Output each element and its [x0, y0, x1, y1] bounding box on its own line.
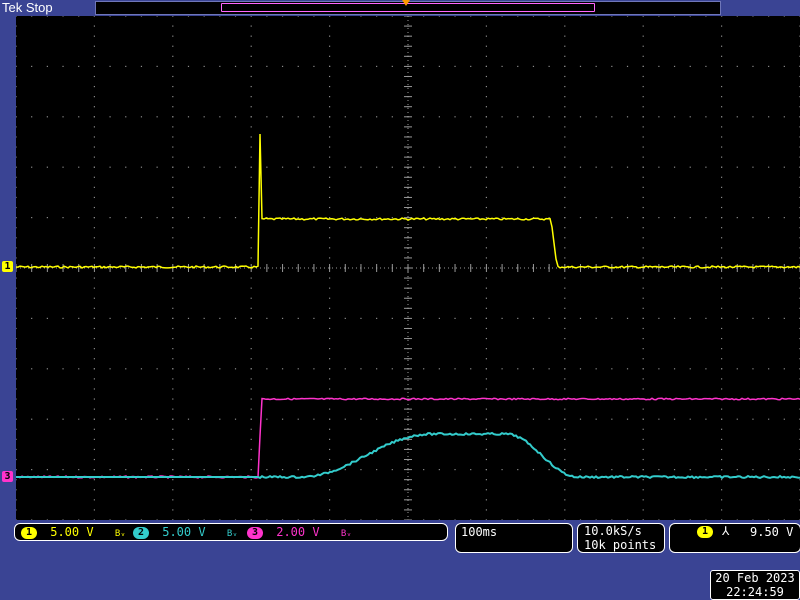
ch3-chip: 3	[247, 526, 263, 539]
waveform-graticule	[16, 16, 800, 520]
horizontal-scale-readout[interactable]: 100ms	[455, 523, 573, 553]
bandwidth-limit-icon: Bᵥ	[226, 529, 238, 539]
brand-label: Tek	[2, 0, 23, 15]
time-label: 22:24:59	[726, 585, 784, 599]
ch3-scale[interactable]: 3 2.00 V Bᵥ	[247, 525, 352, 539]
bandwidth-limit-icon: Bᵥ	[340, 529, 352, 539]
ch1-scale-value: 5.00 V	[50, 525, 94, 539]
trigger-level: 9.50 V	[750, 525, 794, 539]
vertical-scale-readout[interactable]: 1 5.00 V Bᵥ 2 5.00 V Bᵥ 3 2.00 V Bᵥ	[14, 523, 448, 541]
channel-1-ground-marker-icon[interactable]: 1	[2, 261, 13, 272]
acquisition-status: Stop	[25, 0, 53, 15]
ch1-chip: 1	[21, 526, 37, 539]
time-per-division: 100ms	[461, 525, 498, 539]
falling-edge-slope-icon: ⅄	[722, 524, 730, 538]
ch3-scale-value: 2.00 V	[276, 525, 320, 539]
ch2-scale-value: 5.00 V	[162, 525, 206, 539]
trigger-position-arrow-icon	[402, 0, 410, 6]
record-length: 10k points	[584, 538, 657, 552]
scope-status: Tek Stop	[0, 0, 53, 15]
date-time-readout: 20 Feb 2023 22:24:59	[710, 570, 800, 600]
waveform-display[interactable]	[16, 16, 800, 520]
title-bar: Tek Stop	[0, 0, 800, 16]
sample-rate: 10.0kS/s	[584, 524, 642, 538]
ch2-scale[interactable]: 2 5.00 V Bᵥ	[133, 525, 238, 539]
date-label: 20 Feb 2023	[715, 571, 795, 585]
trigger-source-chip: 1	[697, 526, 713, 538]
ch1-scale[interactable]: 1 5.00 V Bᵥ	[21, 525, 126, 539]
ch2-chip: 2	[133, 526, 149, 539]
bandwidth-limit-icon: Bᵥ	[114, 529, 126, 539]
acquisition-readout[interactable]: 10.0kS/s 10k points	[577, 523, 665, 553]
trigger-readout[interactable]: 1 ⅄ 9.50 V	[669, 523, 800, 553]
channel-3-ground-marker-icon[interactable]: 3	[2, 471, 13, 482]
